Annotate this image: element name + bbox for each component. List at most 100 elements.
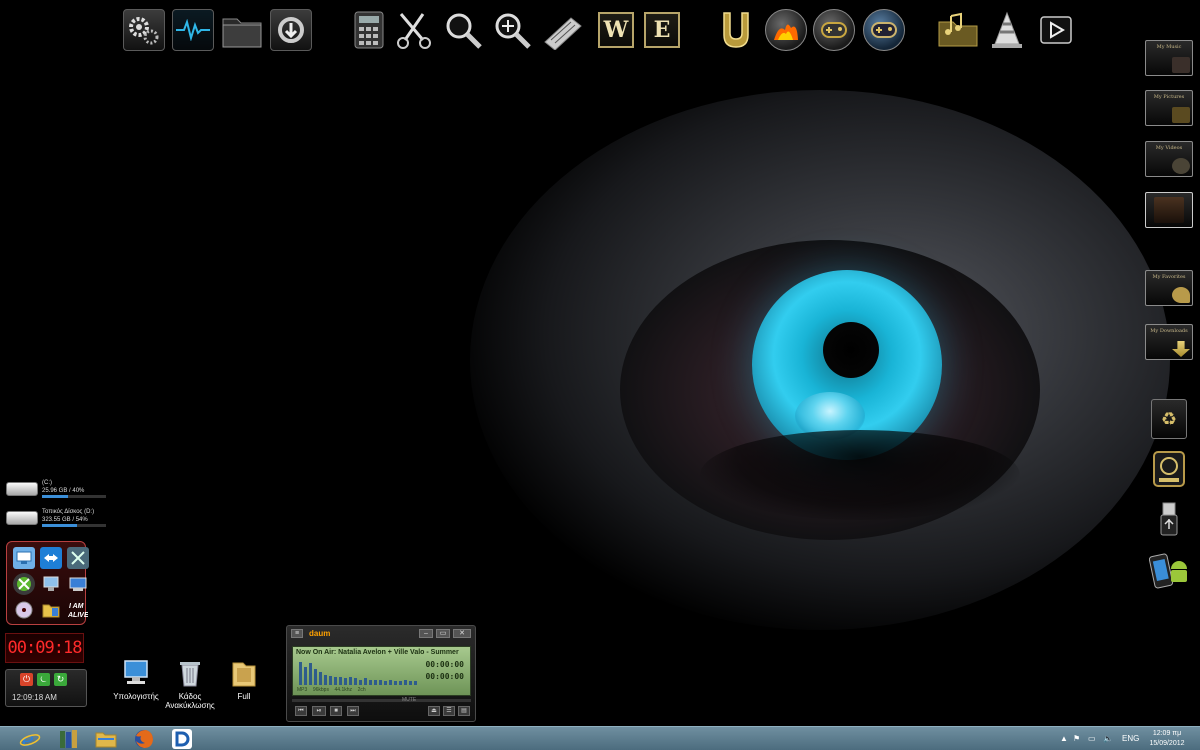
media-player: ≡ daum – ▭ ✕ Now On Air: Natalia Avelon … bbox=[286, 625, 476, 722]
internet-explorer-icon[interactable]: e bbox=[12, 728, 48, 750]
play-pause-button[interactable]: ⏯ bbox=[312, 706, 326, 716]
restart-icon[interactable]: ↻ bbox=[54, 673, 67, 686]
equalizer-bar bbox=[374, 680, 377, 685]
i-am-alive-icon[interactable]: I AM ALIVE bbox=[67, 599, 89, 621]
books-icon[interactable] bbox=[50, 728, 86, 750]
film-strip-icon bbox=[1154, 197, 1184, 223]
my-music-folder[interactable]: My Music bbox=[1143, 38, 1195, 78]
zoom-in-icon[interactable] bbox=[490, 8, 534, 52]
equalizer-bar bbox=[334, 677, 337, 685]
film-reel-icon bbox=[1172, 158, 1190, 174]
my-videos-folder[interactable]: My Videos bbox=[1143, 139, 1195, 179]
equalizer-bar bbox=[409, 681, 412, 685]
drive-label: (C:) bbox=[42, 480, 52, 486]
search-icon[interactable] bbox=[441, 8, 485, 52]
calculator-icon[interactable] bbox=[347, 8, 391, 52]
shutdown-time: 12:09:18 AM bbox=[12, 693, 57, 702]
tray-date: 15/09/2012 bbox=[1149, 740, 1185, 747]
eject-button[interactable]: ⏏ bbox=[428, 706, 440, 716]
desktop-icon-full[interactable]: Full bbox=[209, 658, 279, 701]
action-center-flag-icon[interactable]: ⚑ bbox=[1073, 734, 1080, 743]
keyboard-icon[interactable] bbox=[540, 8, 584, 52]
burner-icon[interactable] bbox=[764, 8, 808, 52]
hard-drive-icon bbox=[1153, 451, 1185, 487]
usb-icon bbox=[1160, 502, 1178, 536]
format-label: MP3 bbox=[297, 687, 308, 693]
drive-stats: 25.96 GB / 40% bbox=[42, 488, 85, 494]
seek-bar[interactable]: MUTE bbox=[292, 697, 471, 703]
drive-usage-bar bbox=[42, 524, 106, 527]
options-button[interactable]: ▤ bbox=[458, 706, 470, 716]
play-icon[interactable] bbox=[1034, 8, 1078, 52]
excel-icon[interactable]: E bbox=[640, 8, 684, 52]
playlist-button[interactable]: ☰ bbox=[443, 706, 455, 716]
stop-button[interactable]: ■ bbox=[330, 706, 342, 716]
computer-icon[interactable] bbox=[40, 573, 62, 595]
desktop-wallpaper bbox=[0, 0, 1200, 726]
equalizer-bar bbox=[349, 677, 352, 685]
dvd-icon[interactable] bbox=[13, 599, 35, 621]
next-button[interactable]: ⏭ bbox=[347, 706, 359, 716]
scissors-icon[interactable] bbox=[393, 8, 437, 52]
system-monitor-icon[interactable] bbox=[171, 8, 215, 52]
equalizer-bar bbox=[404, 680, 407, 685]
volume-icon[interactable]: 🔈 bbox=[1103, 734, 1113, 743]
drive-label: Τοπικός Δίσκος (D:) bbox=[42, 509, 95, 515]
svg-text:ALIVE: ALIVE bbox=[68, 612, 88, 619]
svg-text:I AM: I AM bbox=[69, 603, 84, 610]
settings-gears-icon[interactable] bbox=[122, 8, 166, 52]
equalizer-bar bbox=[324, 675, 327, 685]
desktop-icon-label: Full bbox=[237, 692, 251, 701]
my-favorites-folder[interactable]: My Favorites bbox=[1143, 268, 1195, 308]
hard-drive-icon bbox=[6, 482, 38, 496]
wallpaper-pupil bbox=[823, 322, 879, 378]
usb-shortcut[interactable] bbox=[1143, 499, 1195, 539]
network-icon[interactable]: ▭ bbox=[1088, 734, 1096, 743]
music-folder-icon[interactable] bbox=[936, 8, 980, 52]
drive-usage-bar bbox=[42, 495, 106, 498]
utorrent-icon[interactable] bbox=[714, 8, 758, 52]
timer-gadget: 00:09:18 bbox=[5, 633, 84, 663]
drive-stats: 323.55 GB / 54% bbox=[42, 517, 88, 523]
pictures-icon bbox=[1172, 107, 1190, 123]
daum-icon[interactable] bbox=[164, 728, 200, 750]
player-close-button[interactable]: ✕ bbox=[453, 629, 471, 638]
xbox-icon[interactable] bbox=[13, 573, 35, 595]
track-meta: MP3 96kbps 44.1khz 2ch bbox=[297, 687, 366, 693]
android-shortcut[interactable] bbox=[1143, 551, 1195, 591]
equalizer-bar bbox=[389, 680, 392, 685]
downloads-icon[interactable] bbox=[269, 8, 313, 52]
heart-icon bbox=[1172, 287, 1190, 303]
sleep-icon[interactable]: ⏾ bbox=[37, 673, 50, 686]
player-minimize-button[interactable]: – bbox=[419, 629, 433, 638]
game-controller-blue-icon[interactable] bbox=[862, 8, 906, 52]
player-menu-icon[interactable]: ≡ bbox=[291, 629, 303, 638]
equalizer-bar bbox=[309, 663, 312, 685]
word-icon[interactable]: W bbox=[594, 8, 638, 52]
folder-icon[interactable] bbox=[220, 8, 264, 52]
language-indicator[interactable]: ENG bbox=[1122, 734, 1139, 743]
recycle-shortcut[interactable]: ♻ bbox=[1143, 399, 1195, 439]
my-pictures-folder[interactable]: My Pictures bbox=[1143, 88, 1195, 128]
taskbar: e ▲ ⚑ ▭ 🔈 ENG 12:09 πμ 15/09/2012 bbox=[0, 726, 1200, 750]
equalizer-display bbox=[299, 659, 417, 685]
previous-button[interactable]: ⏮ bbox=[295, 706, 307, 716]
player-titlebar[interactable]: ≡ daum – ▭ ✕ bbox=[287, 626, 475, 642]
tray-expand-icon[interactable]: ▲ bbox=[1060, 734, 1068, 743]
firefox-icon[interactable] bbox=[126, 728, 162, 750]
monitor-icon[interactable] bbox=[67, 573, 89, 595]
vlc-cone-icon[interactable] bbox=[985, 8, 1029, 52]
player-maximize-button[interactable]: ▭ bbox=[436, 629, 450, 638]
network-tools-icon[interactable] bbox=[67, 547, 89, 569]
teamviewer-icon[interactable] bbox=[40, 547, 62, 569]
power-icon[interactable]: ⏻ bbox=[20, 673, 33, 686]
hard-drive-shortcut[interactable] bbox=[1143, 449, 1195, 489]
file-explorer-icon[interactable] bbox=[88, 728, 124, 750]
drive-c-meter: (C:) 25.96 GB / 40% bbox=[6, 479, 106, 498]
film-strip-shortcut[interactable] bbox=[1143, 190, 1195, 230]
my-downloads-folder[interactable]: My Downloads bbox=[1143, 322, 1195, 362]
tray-clock[interactable]: 12:09 πμ 15/09/2012 bbox=[1140, 729, 1194, 749]
game-controller-icon[interactable] bbox=[812, 8, 856, 52]
folder-icon[interactable] bbox=[40, 599, 62, 621]
remote-desktop-icon[interactable] bbox=[13, 547, 35, 569]
